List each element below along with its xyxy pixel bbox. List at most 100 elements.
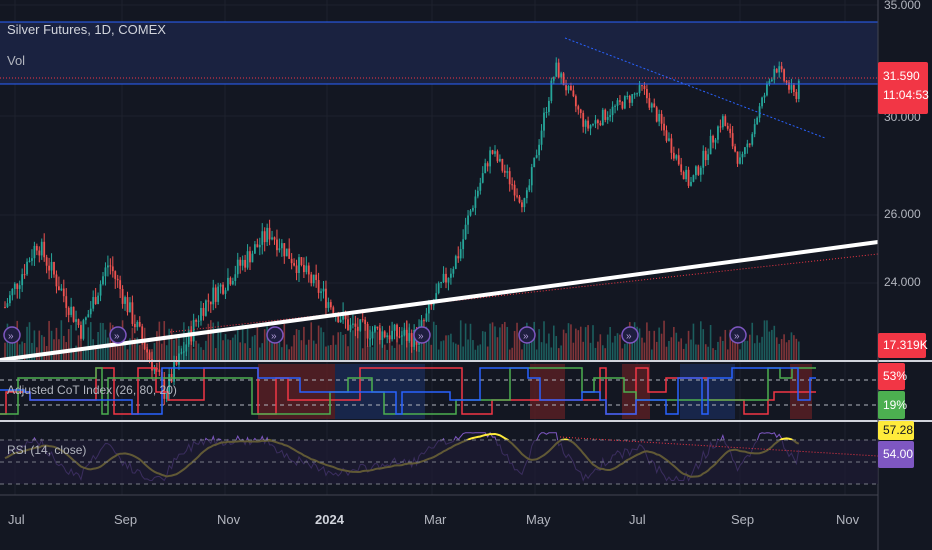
candle-body <box>136 322 139 328</box>
volume-bar <box>722 340 724 360</box>
volume-bar <box>597 341 599 360</box>
volume-bar <box>437 349 440 360</box>
volume-bar <box>369 325 371 360</box>
candle-body <box>126 297 129 313</box>
volume-legend[interactable]: Vol <box>7 53 25 68</box>
candle-body <box>209 301 212 305</box>
volume-bar <box>798 341 800 360</box>
candle-body <box>21 274 24 286</box>
volume-bar <box>450 333 452 360</box>
volume-bar <box>195 340 197 360</box>
volume-bar <box>141 334 143 360</box>
volume-bar <box>753 343 756 360</box>
volume-bar <box>739 349 741 360</box>
volume-bar <box>535 349 538 360</box>
candle-body <box>16 283 19 289</box>
candle-body <box>214 287 217 302</box>
symbol-title[interactable]: Silver Futures, 1D, COMEX <box>7 22 166 37</box>
volume-bar <box>298 330 300 360</box>
candle-body <box>254 244 256 254</box>
candle-body <box>751 134 754 145</box>
candle-body <box>251 253 254 263</box>
cot-legend[interactable]: Adjusted CoT Index (26, 80, 20) <box>7 383 177 397</box>
volume-bar <box>455 343 457 360</box>
volume-bar <box>423 341 425 360</box>
volume-bar <box>227 339 229 360</box>
arrow-icon: » <box>114 331 120 342</box>
volume-bar <box>565 333 567 360</box>
volume-bar <box>472 340 474 360</box>
volume-bar <box>161 343 163 360</box>
candle-body <box>376 326 379 329</box>
candle-body <box>13 283 16 289</box>
time-tick: Sep <box>114 512 138 527</box>
candle-body <box>249 251 251 263</box>
candle-body <box>219 284 222 287</box>
candle-body <box>660 113 663 124</box>
price-tick: 35.000 <box>884 0 921 12</box>
volume-bar <box>410 339 413 360</box>
volume-bar <box>521 349 523 360</box>
candle-body <box>621 101 624 109</box>
volume-bar <box>442 340 445 360</box>
candle-body <box>124 297 126 304</box>
candle-body <box>18 285 21 289</box>
volume-bar <box>579 326 582 360</box>
volume-bar <box>606 334 609 360</box>
candle-body <box>459 249 462 259</box>
volume-bar <box>508 349 511 360</box>
volume-bar <box>589 342 592 360</box>
volume-bar <box>788 340 790 360</box>
volume-bar <box>347 346 349 360</box>
volume-bar <box>477 345 479 360</box>
candle-body <box>609 115 612 118</box>
candle-body <box>445 273 447 283</box>
volume-bar <box>126 349 129 360</box>
rsi-legend[interactable]: RSI (14, close) <box>7 443 86 457</box>
volume-bar <box>682 348 685 360</box>
candle-body <box>312 274 315 284</box>
candle-body <box>347 319 349 331</box>
candle-body <box>731 133 734 147</box>
volume-bar <box>504 321 506 360</box>
candle-body <box>295 265 298 273</box>
volume-bar <box>251 336 254 360</box>
volume-bar <box>692 323 695 360</box>
candle-body <box>623 96 626 109</box>
candle-body <box>129 302 131 313</box>
volume-bar <box>143 327 146 360</box>
volume-bar <box>660 333 663 360</box>
volume-bar <box>187 342 190 360</box>
volume-bar <box>766 320 768 360</box>
candle-body <box>276 239 278 251</box>
candle-body <box>577 106 580 110</box>
volume-bar <box>675 332 678 360</box>
volume-bar <box>339 331 342 360</box>
cot-low-tag: 19% <box>878 391 907 419</box>
volume-bar <box>386 349 388 360</box>
volume-bar <box>229 340 232 360</box>
candle-body <box>523 198 526 208</box>
volume-tag: 17.319K <box>878 333 928 358</box>
candle-body <box>305 265 308 273</box>
volume-bar <box>687 330 690 360</box>
price-chart[interactable]: » » » » » » » <box>0 0 932 550</box>
candle-body <box>202 307 205 316</box>
candle-body <box>486 163 489 167</box>
candle-body <box>540 130 543 145</box>
candle-body <box>60 288 63 291</box>
volume-bar <box>82 349 85 360</box>
candle-body <box>212 287 215 305</box>
candle-body <box>648 98 651 108</box>
volume-bar <box>469 323 472 360</box>
volume-bar <box>70 325 72 360</box>
candle-body <box>552 76 555 81</box>
volume-bar <box>403 328 406 360</box>
volume-bar <box>624 343 626 360</box>
volume-bar <box>246 328 249 360</box>
candle-body <box>50 261 53 271</box>
candle-body <box>116 278 119 281</box>
volume-bar <box>499 327 501 360</box>
candle-body <box>636 93 638 95</box>
time-tick: Jul <box>629 512 646 527</box>
